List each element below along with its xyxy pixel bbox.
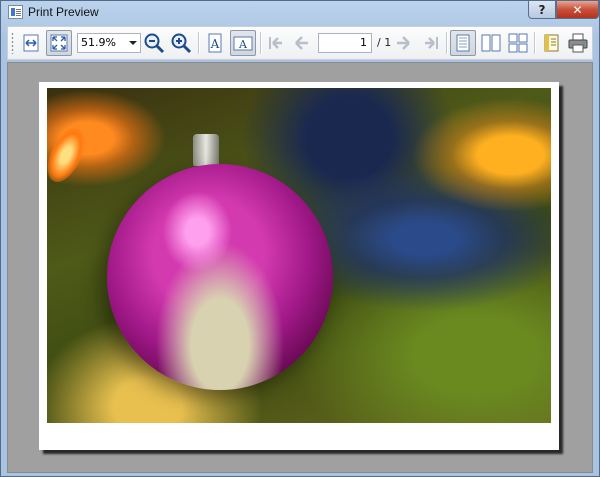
fit-width-icon: [23, 34, 39, 52]
print-preview-window: Print Preview ? ✕ 51.9% A A 1 / 1: [0, 0, 600, 477]
next-page-icon: [397, 36, 410, 50]
svg-text:A: A: [210, 37, 220, 51]
window-icon: [8, 5, 23, 19]
zoom-value: 51.9%: [81, 36, 116, 49]
last-page-icon: [425, 37, 438, 49]
toolbar-separator: [198, 32, 199, 54]
landscape-button[interactable]: A: [230, 30, 256, 56]
preview-page: [39, 82, 559, 450]
toolbar-separator: [260, 32, 261, 54]
zoom-out-button[interactable]: [141, 30, 167, 56]
window-title: Print Preview: [28, 5, 99, 19]
single-page-icon: [456, 34, 470, 52]
preview-area[interactable]: [7, 62, 593, 473]
first-page-button[interactable]: [263, 30, 289, 56]
zoom-out-icon: [144, 33, 165, 54]
previous-page-icon: [295, 36, 308, 50]
zoom-in-icon: [171, 33, 192, 54]
page-total-label: / 1: [377, 36, 392, 49]
fit-page-icon: [50, 34, 68, 52]
single-page-button[interactable]: [450, 30, 476, 56]
help-button[interactable]: ?: [528, 1, 556, 19]
portrait-icon: A: [208, 33, 222, 53]
previous-page-button[interactable]: [288, 30, 314, 56]
overview-icon: [508, 33, 528, 53]
fit-width-button[interactable]: [18, 30, 44, 56]
close-button[interactable]: ✕: [556, 1, 599, 19]
facing-pages-icon: [481, 34, 501, 52]
print-icon: [568, 33, 588, 53]
first-page-icon: [269, 37, 282, 49]
tree-light: [47, 122, 92, 188]
christmas-ornament: [107, 164, 333, 390]
zoom-combo[interactable]: 51.9%: [77, 33, 141, 53]
page-setup-button[interactable]: [539, 30, 565, 56]
toolbar-grip[interactable]: [11, 32, 14, 54]
zoom-in-button[interactable]: [168, 30, 194, 56]
print-button[interactable]: [565, 30, 591, 56]
page-setup-icon: [544, 34, 559, 52]
svg-text:A: A: [238, 38, 248, 51]
last-page-button[interactable]: [418, 30, 444, 56]
page-number-input[interactable]: 1: [318, 33, 372, 53]
chevron-down-icon: [129, 41, 137, 45]
landscape-icon: A: [233, 36, 253, 51]
fit-page-button[interactable]: [46, 30, 72, 56]
portrait-button[interactable]: A: [202, 30, 228, 56]
facing-pages-button[interactable]: [478, 30, 504, 56]
preview-toolbar: 51.9% A A 1 / 1: [7, 26, 593, 60]
toolbar-separator: [446, 32, 447, 54]
next-page-button[interactable]: [391, 30, 417, 56]
title-bar[interactable]: Print Preview ? ✕: [1, 1, 599, 25]
overview-button[interactable]: [505, 30, 531, 56]
toolbar-separator: [534, 32, 535, 54]
ornament-photo: [47, 88, 551, 423]
ornament-cap: [193, 134, 219, 166]
